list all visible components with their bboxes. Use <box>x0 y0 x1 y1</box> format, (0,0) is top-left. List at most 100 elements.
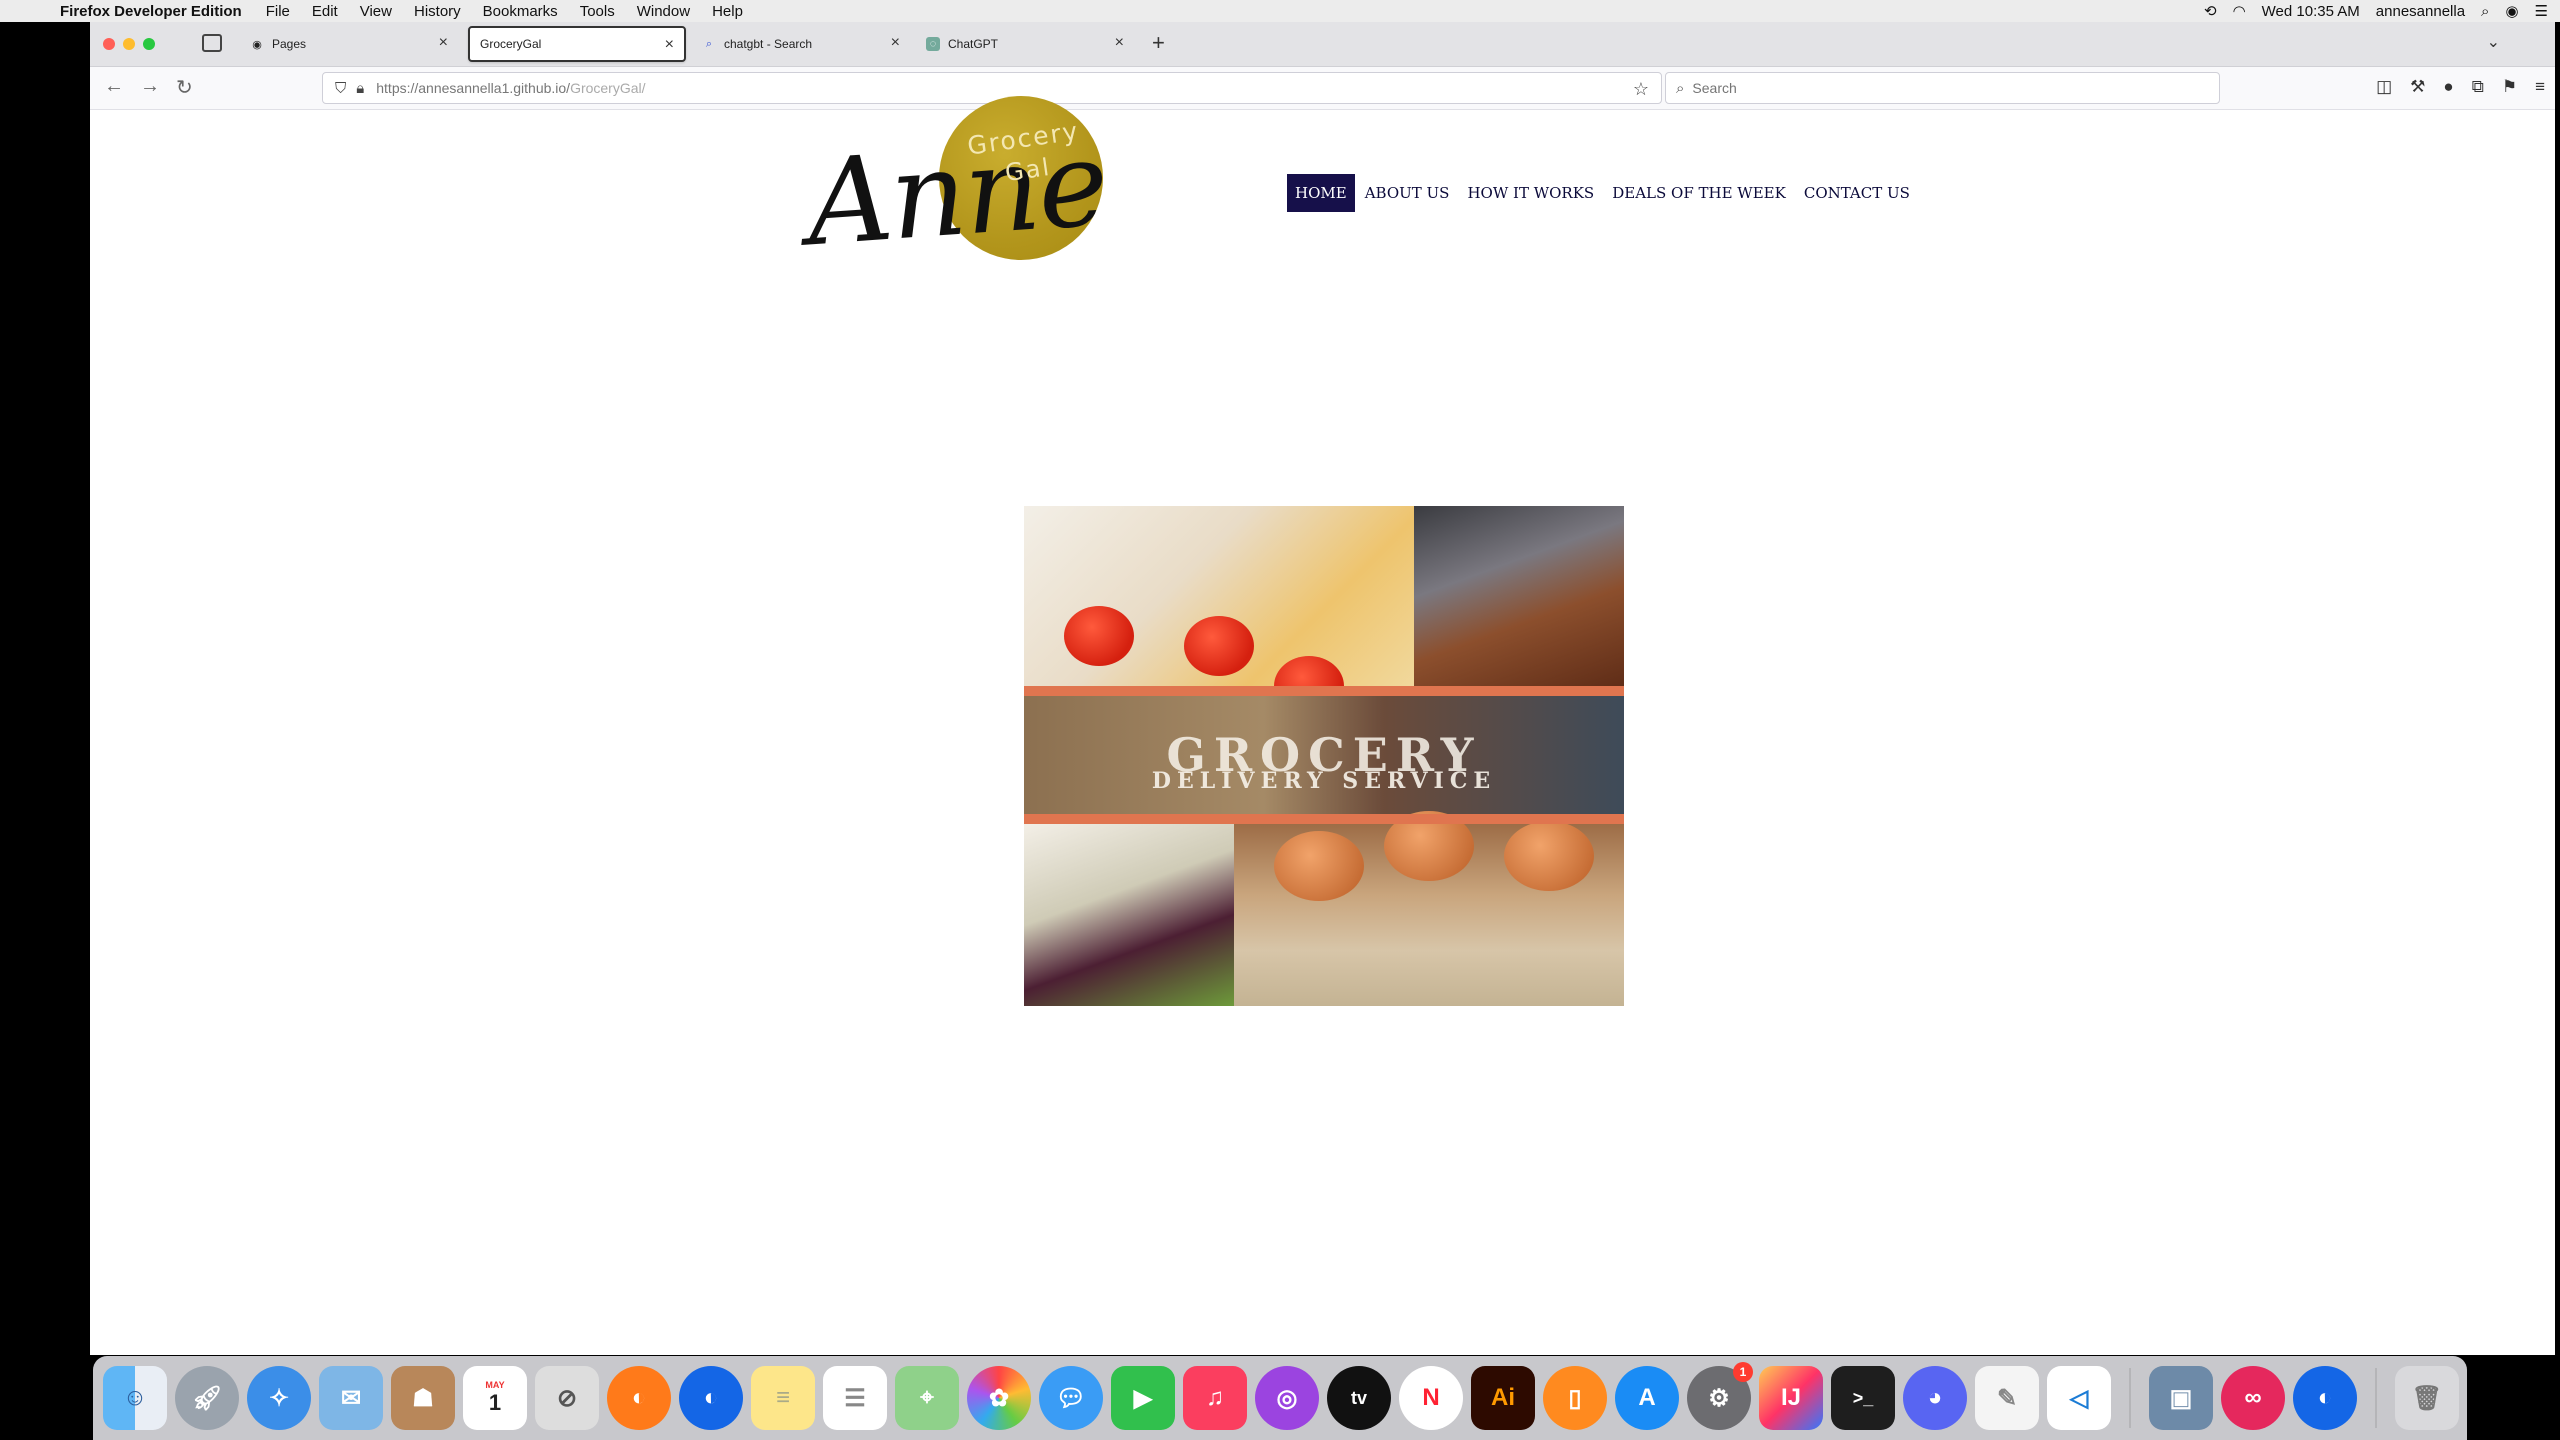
firefox-developer-minimized-icon[interactable]: ◐ <box>2293 1366 2357 1430</box>
notes-icon[interactable]: ≡ <box>751 1366 815 1430</box>
macos-menubar: Firefox Developer Edition File Edit View… <box>0 0 2560 22</box>
new-tab-icon[interactable]: + <box>1152 30 1165 56</box>
tomatoes-pasta-photo <box>1024 506 1414 716</box>
spotlight-icon[interactable]: ⌕ <box>2481 3 2489 20</box>
preview-folder-icon[interactable]: ▣ <box>2149 1366 2213 1430</box>
photos-icon[interactable]: ✿ <box>967 1366 1031 1430</box>
macos-dock: ☺ 🚀︎ ✧ ✉ ☗ MAY 1 ⊘ ◐ ◐ ≡ ☰ ⌖ ✿ 💬︎ ▶ ♫ ◎ … <box>93 1356 2467 1440</box>
extension-badge-icon[interactable]: ⚑ <box>2502 77 2517 97</box>
system-preferences-icon[interactable]: ⚙ 1 <box>1687 1362 1753 1430</box>
facetime-icon[interactable]: ▶ <box>1111 1366 1175 1430</box>
creative-cloud-icon[interactable]: ∞ <box>2221 1366 2285 1430</box>
menu-help[interactable]: Help <box>712 3 743 20</box>
app-store-icon[interactable]: A <box>1615 1366 1679 1430</box>
forward-icon[interactable]: → <box>140 75 160 98</box>
tab-grocerygal[interactable]: GroceryGal × <box>468 26 686 62</box>
menu-view[interactable]: View <box>360 3 392 20</box>
menu-history[interactable]: History <box>414 3 461 20</box>
hero-stripe <box>1024 814 1624 824</box>
menu-bookmarks[interactable]: Bookmarks <box>483 3 558 20</box>
intellij-icon[interactable]: IJ <box>1759 1366 1823 1430</box>
menu-window[interactable]: Window <box>637 3 690 20</box>
search-icon: ⌕ <box>1676 79 1685 97</box>
hero-subtitle: DELIVERY SERVICE <box>1151 768 1497 794</box>
close-tab-icon[interactable]: × <box>665 36 674 54</box>
music-icon[interactable]: ♫ <box>1183 1366 1247 1430</box>
close-tab-icon[interactable]: × <box>439 34 448 52</box>
wifi-icon[interactable]: ◠ <box>2233 2 2246 20</box>
list-all-tabs-icon[interactable]: ⌄ <box>2487 32 2500 52</box>
menu-file[interactable]: File <box>266 3 290 20</box>
close-tab-icon[interactable]: × <box>1115 34 1124 52</box>
close-tab-icon[interactable]: × <box>891 34 900 52</box>
messages-icon[interactable]: 💬︎ <box>1039 1366 1103 1430</box>
illustrator-icon[interactable]: Ai <box>1471 1366 1535 1430</box>
clock[interactable]: Wed 10:35 AM <box>2262 3 2360 20</box>
web-page: Anne Grocery Gal HOME ABOUT US HOW IT WO… <box>90 96 2555 1355</box>
siri-icon[interactable]: ◉ <box>2505 2 2518 20</box>
url-bar[interactable]: ⛉ 🔒︎ https://annesannella1.github.io/Gro… <box>322 72 1662 104</box>
tomato-shape <box>1184 616 1254 676</box>
zoom-window-button[interactable] <box>143 38 155 50</box>
minimize-window-button[interactable] <box>123 38 135 50</box>
close-window-button[interactable] <box>103 38 115 50</box>
egg-shape <box>1274 831 1364 901</box>
search-icon: ⌕ <box>705 37 713 50</box>
trash-icon[interactable]: 🗑︎ <box>2395 1366 2459 1430</box>
menu-tools[interactable]: Tools <box>580 3 615 20</box>
mail-icon[interactable]: ✉ <box>319 1366 383 1430</box>
lock-icon[interactable]: 🔒︎ <box>356 80 364 97</box>
reminders-icon[interactable]: ☰ <box>823 1366 887 1430</box>
search-input[interactable] <box>1690 79 2175 97</box>
terminal-icon[interactable]: >_ <box>1831 1366 1895 1430</box>
bookmark-star-icon[interactable]: ☆ <box>1633 79 1649 100</box>
discord-icon[interactable]: ◕ <box>1903 1366 1967 1430</box>
tab-bar: ◉ Pages × GroceryGal × ⌕ chatgbt - Searc… <box>90 22 2555 67</box>
search-bar[interactable]: ⌕ <box>1665 72 2220 104</box>
user-menu[interactable]: annesannella <box>2376 3 2465 20</box>
nav-how-it-works[interactable]: HOW IT WORKS <box>1459 174 1602 212</box>
tab-chatgpt[interactable]: ◌ ChatGPT × <box>916 26 1134 62</box>
firefox-icon[interactable]: ◐ <box>607 1366 671 1430</box>
site-logo[interactable]: Anne Grocery Gal <box>797 96 1117 272</box>
textedit-icon[interactable]: ✎ <box>1975 1366 2039 1430</box>
news-icon[interactable]: N <box>1399 1366 1463 1430</box>
maps-icon[interactable]: ⌖ <box>895 1366 959 1430</box>
tracking-protection-icon[interactable]: ⛉ <box>335 80 346 97</box>
tab-title: Pages <box>272 37 307 51</box>
menu-edit[interactable]: Edit <box>312 3 338 20</box>
control-center-icon[interactable]: ☰ <box>2535 2 2548 20</box>
contacts-icon[interactable]: ☗ <box>391 1366 455 1430</box>
finder-icon[interactable]: ☺ <box>103 1366 167 1430</box>
dev-tools-wrench-icon[interactable]: ⚒ <box>2410 77 2425 97</box>
pocket-icon[interactable]: ◫ <box>2376 77 2392 97</box>
menu-icon[interactable]: ≡ <box>2535 77 2545 97</box>
nav-deals-of-the-week[interactable]: DEALS OF THE WEEK <box>1604 174 1794 212</box>
calendar-icon[interactable]: MAY 1 <box>463 1366 527 1430</box>
vscode-icon[interactable]: ◁ <box>2047 1366 2111 1430</box>
tab-chatgbt-search[interactable]: ⌕ chatgbt - Search × <box>692 26 910 62</box>
firefox-developer-icon[interactable]: ◐ <box>679 1366 743 1430</box>
nav-about-us[interactable]: ABOUT US <box>1357 174 1458 212</box>
back-icon[interactable]: ← <box>104 75 124 98</box>
books-icon[interactable]: ▯ <box>1543 1366 1607 1430</box>
notification-badge: 1 <box>1733 1362 1753 1382</box>
tab-title: GroceryGal <box>480 37 542 51</box>
calendar-month: MAY <box>485 1380 505 1390</box>
time-machine-icon[interactable]: ⟲ <box>2204 2 2217 20</box>
app-name-menu[interactable]: Firefox Developer Edition <box>60 3 242 20</box>
browser-window: ◉ Pages × GroceryGal × ⌕ chatgbt - Searc… <box>90 22 2555 1355</box>
nav-contact-us[interactable]: CONTACT US <box>1796 174 1918 212</box>
tab-pages[interactable]: ◉ Pages × <box>240 26 458 62</box>
account-icon[interactable]: ● <box>2443 77 2453 97</box>
safari-icon[interactable]: ✧ <box>247 1366 311 1430</box>
podcasts-icon[interactable]: ◎ <box>1255 1366 1319 1430</box>
preview-icon[interactable]: ⊘ <box>535 1366 599 1430</box>
extensions-icon[interactable]: ⧉ <box>2472 77 2484 97</box>
launchpad-icon[interactable]: 🚀︎ <box>175 1366 239 1430</box>
egg-shape <box>1504 821 1594 891</box>
reload-icon[interactable]: ↻ <box>176 75 193 100</box>
nav-home[interactable]: HOME <box>1287 174 1355 212</box>
tab-list-icon[interactable] <box>202 34 222 52</box>
apple-tv-icon[interactable]: tv <box>1327 1366 1391 1430</box>
